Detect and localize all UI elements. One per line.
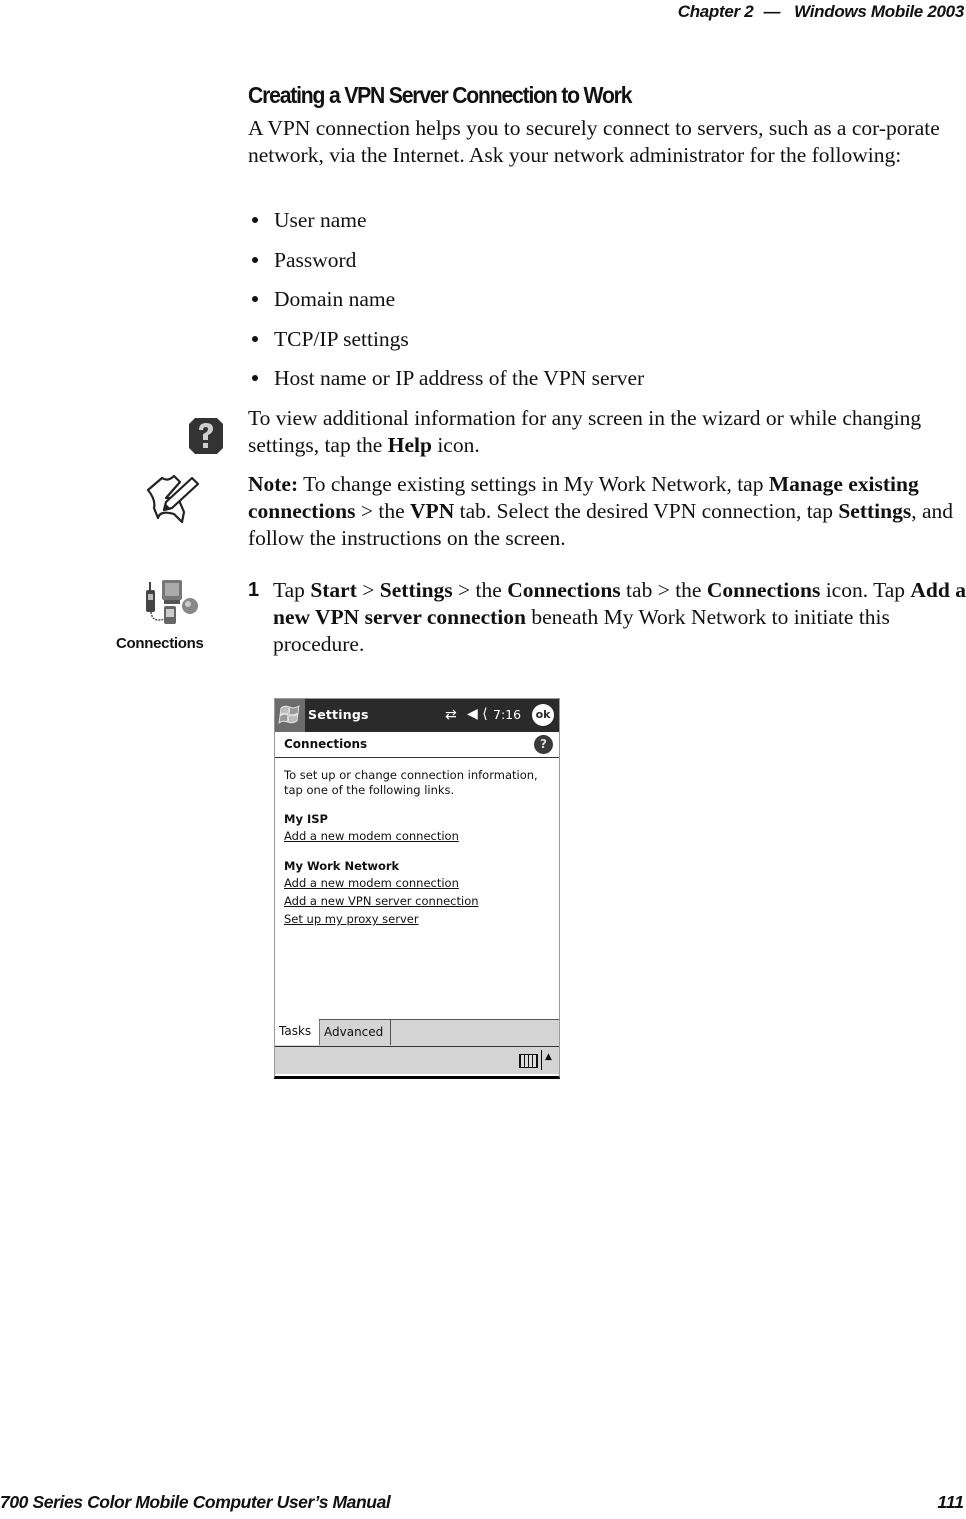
link-isp-add-modem[interactable]: Add a new modem connection xyxy=(284,827,554,845)
list-item: TCP/IP settings xyxy=(248,324,644,364)
step-bold: Connections xyxy=(706,578,821,602)
tab-tasks[interactable]: Tasks xyxy=(275,1019,319,1045)
step-1: 1 Tap Start > Settings > the Connections… xyxy=(248,577,966,658)
note-bold-2: VPN xyxy=(410,499,455,523)
page-number: 111 xyxy=(937,1492,964,1512)
group-title-my-work-network: My Work Network xyxy=(284,859,400,873)
step-text: tab > the xyxy=(620,578,707,602)
step-number: 1 xyxy=(248,579,260,601)
keyboard-icon[interactable] xyxy=(519,1054,538,1068)
note-label: Note: xyxy=(248,472,299,496)
ppc-content: To set up or change connection informati… xyxy=(284,768,554,928)
windows-flag-icon xyxy=(278,705,300,724)
step-bold: Start xyxy=(310,578,357,602)
step-text: icon. Tap xyxy=(820,578,911,602)
ok-button[interactable]: ok xyxy=(532,704,554,726)
windows-start-button[interactable] xyxy=(275,699,305,732)
requirements-list: User name Password Domain name TCP/IP se… xyxy=(248,205,644,403)
chapter-label: Chapter 2 xyxy=(677,2,754,21)
step-text: > xyxy=(356,578,380,602)
help-tip-bold: Help xyxy=(387,433,432,457)
step-text: Tap xyxy=(273,578,311,602)
footer-manual-title: 700 Series Color Mobile Computer User’s … xyxy=(0,1492,391,1512)
help-icon xyxy=(189,418,223,454)
help-tip-text-2: icon. xyxy=(431,433,480,457)
ppc-app-title: Settings xyxy=(308,707,369,722)
section-title: Creating a VPN Server Connection to Work xyxy=(248,82,632,108)
running-header: Chapter 2 — Windows Mobile 2003 xyxy=(677,2,965,22)
connections-icon xyxy=(146,580,198,624)
header-separator: — xyxy=(763,2,781,21)
list-item-text: TCP/IP settings xyxy=(274,326,409,351)
list-item-text: Password xyxy=(274,247,357,272)
list-item: User name xyxy=(248,205,644,245)
pocket-pc-screenshot: Settings ⇄ ◀ ⟨ 7:16 ok Connections ? To … xyxy=(274,698,560,1079)
bullet-icon xyxy=(252,296,258,303)
tab-advanced[interactable]: Advanced xyxy=(319,1020,391,1045)
clock[interactable]: 7:16 xyxy=(493,707,521,722)
ppc-instructions: To set up or change connection informati… xyxy=(284,768,538,797)
note-text: Note: To change existing settings in My … xyxy=(248,471,966,552)
note-text-3: tab. Select the desired VPN connection, … xyxy=(454,499,839,523)
bullet-icon xyxy=(252,335,258,342)
step-1-text: Tap Start > Settings > the Connections t… xyxy=(273,577,966,658)
note-bold-3: Settings xyxy=(838,499,912,523)
link-work-add-modem[interactable]: Add a new modem connection xyxy=(284,874,554,892)
sip-divider xyxy=(541,1050,542,1070)
step-bold: Connections xyxy=(507,578,621,602)
note-text-2: > the xyxy=(355,499,411,523)
chapter-title: Windows Mobile 2003 xyxy=(794,2,964,21)
list-item: Domain name xyxy=(248,284,644,324)
connectivity-icon[interactable]: ⇄ xyxy=(445,707,457,723)
note-text-1: To change existing settings in My Work N… xyxy=(298,472,769,496)
sip-arrow-icon[interactable]: ▲ xyxy=(545,1052,552,1062)
note-pencil-icon xyxy=(146,474,200,524)
help-tip-text-1: To view additional information for any s… xyxy=(248,406,922,457)
ppc-tab-strip: Tasks Advanced xyxy=(275,1019,559,1046)
link-work-add-vpn[interactable]: Add a new VPN server connection xyxy=(284,892,554,910)
bullet-icon xyxy=(252,256,258,263)
link-work-proxy[interactable]: Set up my proxy server xyxy=(284,910,554,928)
list-item: Password xyxy=(248,245,644,285)
help-tip-text: To view additional information for any s… xyxy=(248,405,966,459)
list-item-text: Domain name xyxy=(274,287,396,312)
step-text: > the xyxy=(452,578,508,602)
group-title-my-isp: My ISP xyxy=(284,812,328,826)
connections-icon-label: Connections xyxy=(116,635,204,652)
list-item: Host name or IP address of the VPN serve… xyxy=(248,363,644,403)
bullet-icon xyxy=(252,217,258,223)
ppc-page-header: Connections ? xyxy=(275,732,559,758)
step-bold: Settings xyxy=(379,578,453,602)
list-item-text: User name xyxy=(274,208,367,232)
ppc-title-bar: Settings ⇄ ◀ ⟨ 7:16 ok xyxy=(275,699,559,732)
ppc-page-title: Connections xyxy=(284,737,368,751)
intro-paragraph: A VPN connection helps you to securely c… xyxy=(248,116,940,167)
ppc-menu-bar: ▲ xyxy=(275,1046,559,1074)
volume-icon[interactable]: ◀ ⟨ xyxy=(467,706,488,722)
bullet-icon xyxy=(252,375,258,382)
list-item-text: Host name or IP address of the VPN serve… xyxy=(274,366,645,391)
help-icon[interactable]: ? xyxy=(534,735,553,754)
